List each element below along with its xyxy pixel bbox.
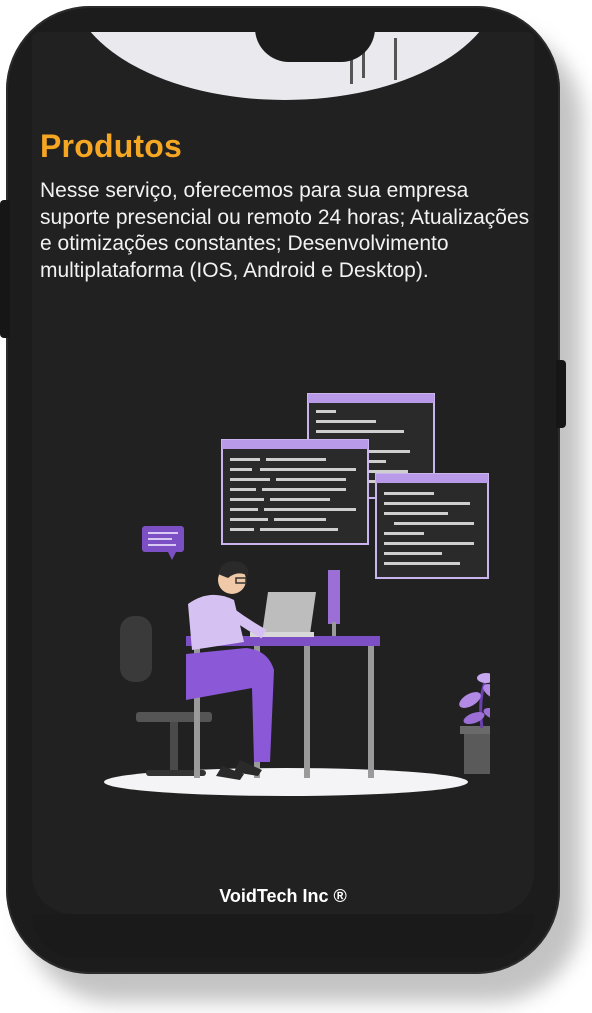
phone-side-button-left [0,200,10,338]
phone-screen: Produtos Nesse serviço, oferecemos para … [32,32,534,914]
developer-at-desk-illustration [104,393,490,796]
phone-bottom-bezel [32,914,534,958]
page-description: Nesse serviço, oferecemos para sua empre… [40,179,530,282]
phone-notch [255,28,375,62]
page-title: Produtos [40,128,183,164]
footer-copyright: VoidTech Inc ® [219,886,347,906]
phone-side-button-right [556,360,566,428]
